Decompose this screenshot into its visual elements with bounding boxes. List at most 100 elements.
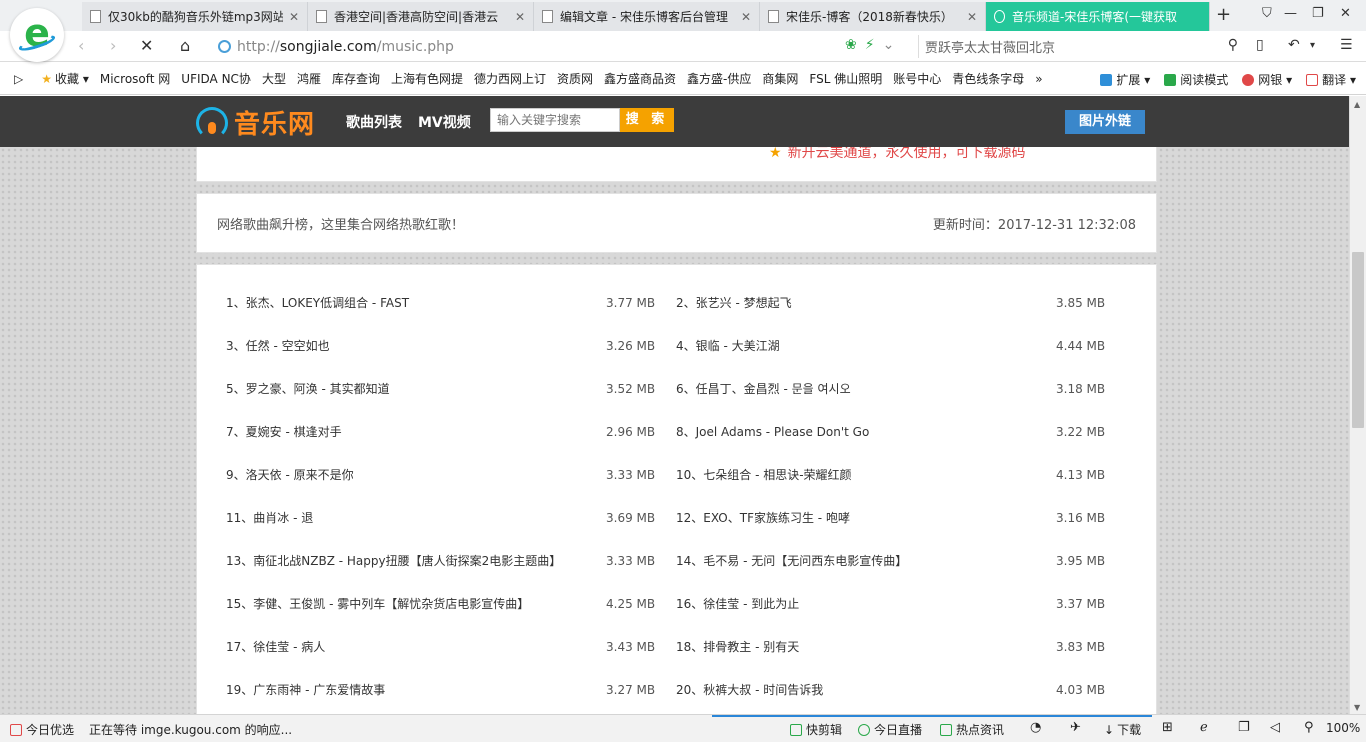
nav-song-list[interactable]: 歌曲列表: [346, 112, 402, 132]
chevron-down-icon[interactable]: ▾: [1310, 40, 1315, 51]
zoom-icon[interactable]: ⚲: [1304, 720, 1314, 735]
list-item[interactable]: 4、银临 - 大美江湖 4.44 MB: [676, 337, 1126, 354]
bookmark-item[interactable]: 鑫方盛商品资: [604, 70, 676, 87]
reader-mode-button[interactable]: 阅读模式: [1164, 71, 1228, 88]
site-logo[interactable]: 音乐网: [196, 104, 315, 141]
list-item[interactable]: 7、夏婉安 - 棋逢对手 2.96 MB: [226, 423, 676, 440]
sidebar-toggle-icon[interactable]: ▷: [14, 72, 23, 86]
home-icon[interactable]: ⌂: [180, 36, 190, 55]
lightning-icon[interactable]: ⚡: [865, 37, 875, 53]
scrollbar-thumb[interactable]: [1352, 252, 1364, 428]
list-item[interactable]: 8、Joel Adams - Please Don't Go 3.22 MB: [676, 423, 1126, 440]
list-item[interactable]: 14、毛不易 - 无问【无问西东电影宣传曲】 3.95 MB: [676, 552, 1126, 569]
bookmark-item[interactable]: 青色线条字母: [952, 70, 1024, 87]
mute-icon[interactable]: ◁: [1270, 720, 1280, 735]
back-arrow-icon[interactable]: ‹: [78, 36, 84, 55]
browser-tab-1[interactable]: 仅30kb的酷狗音乐外链mp3网站 ✕: [82, 2, 308, 31]
list-item[interactable]: 10、七朵组合 - 相思诀-荣耀红颜 4.13 MB: [676, 466, 1126, 483]
bookmark-favorites[interactable]: ★ 收藏 ▾: [41, 70, 89, 87]
translate-button[interactable]: 翻译 ▾: [1306, 71, 1356, 88]
ie-icon[interactable]: ℯ: [1200, 720, 1208, 735]
bookmark-more-button[interactable]: »: [1035, 72, 1042, 86]
stop-loading-icon[interactable]: ✕: [140, 36, 153, 55]
list-item[interactable]: 13、南征北战NZBZ - Happy扭腰【唐人街探案2电影主题曲】 3.33 M…: [226, 552, 676, 569]
list-item[interactable]: 15、李健、王俊凯 - 雾中列车【解忧杂货店电影宣传曲】 4.25 MB: [226, 595, 676, 612]
scroll-down-icon[interactable]: ▼: [1354, 703, 1360, 712]
search-input[interactable]: 贾跃亭太太甘薇回北京 ⚲: [918, 35, 1248, 58]
bookmark-item[interactable]: 大型: [262, 70, 286, 87]
notice-link[interactable]: ★ 新开云美通道，永久使用，可下载源码: [769, 147, 1026, 162]
bookmark-tools: 扩展 ▾ 阅读模式 网银 ▾ 翻译 ▾: [1100, 71, 1356, 88]
image-link-button[interactable]: 图片外链: [1065, 110, 1145, 134]
bookmark-item[interactable]: UFIDA NC协: [181, 70, 251, 87]
menu-icon[interactable]: ☰: [1340, 37, 1353, 53]
extensions-button[interactable]: 扩展 ▾: [1100, 71, 1150, 88]
site-search-button[interactable]: 搜 索: [620, 108, 674, 132]
list-item[interactable]: 17、徐佳莹 - 病人 3.43 MB: [226, 638, 676, 655]
hot-news-button[interactable]: 热点资讯: [940, 721, 1004, 738]
close-window-icon[interactable]: ✕: [1340, 6, 1351, 21]
list-item[interactable]: 1、张杰、LOKEY低调组合 - FAST 3.77 MB: [226, 294, 676, 311]
skin-shirt-icon[interactable]: ⛉: [1262, 6, 1272, 21]
list-item[interactable]: 3、任然 - 空空如也 3.26 MB: [226, 337, 676, 354]
close-icon[interactable]: ✕: [515, 10, 525, 24]
zoom-level[interactable]: 100%: [1326, 721, 1360, 735]
window-icon[interactable]: ❐: [1238, 720, 1250, 735]
search-icon[interactable]: ⚲: [1228, 37, 1238, 53]
close-icon[interactable]: ✕: [741, 10, 751, 24]
bookmark-item[interactable]: 德力西网上订: [474, 70, 546, 87]
browser-tab-5-active[interactable]: 音乐频道-宋佳乐博客(一键获取: [986, 2, 1210, 31]
close-icon[interactable]: ✕: [289, 10, 299, 24]
list-item[interactable]: 11、曲肖冰 - 退 3.69 MB: [226, 509, 676, 526]
bookmark-item[interactable]: 鑫方盛-供应: [687, 70, 751, 87]
bookmarks-bar: ▷ ★ 收藏 ▾ Microsoft 网 UFIDA NC协 大型 鸿雁 库存查询…: [0, 63, 1366, 95]
browser-tab-4[interactable]: 宋佳乐-博客（2018新春快乐） ✕: [760, 2, 986, 31]
speed-icon[interactable]: ◔: [1030, 720, 1041, 735]
browser-tab-2[interactable]: 香港空间|香港高防空间|香港云 ✕: [308, 2, 534, 31]
bookmark-item[interactable]: 资质网: [557, 70, 593, 87]
minimize-icon[interactable]: —: [1284, 6, 1297, 21]
page-load-progress: [712, 715, 1152, 717]
toolbox-icon[interactable]: ⊞: [1162, 720, 1173, 735]
today-pick-button[interactable]: 今日优选: [10, 721, 74, 738]
site-search-input[interactable]: [490, 108, 620, 132]
table-row: 11、曲肖冰 - 退 3.69 MB 12、EXO、TF家族练习生 - 咆哮 3.1…: [226, 496, 1156, 539]
list-item[interactable]: 9、洛天依 - 原来不是你 3.33 MB: [226, 466, 676, 483]
update-time: 更新时间：2017-12-31 12:32:08: [932, 217, 1136, 233]
bookmark-item[interactable]: 商集网: [762, 70, 798, 87]
bookmark-item[interactable]: 鸿雁: [297, 70, 321, 87]
list-item[interactable]: 20、秋裤大叔 - 时间告诉我 4.03 MB: [676, 681, 1126, 698]
list-item[interactable]: 2、张艺兴 - 梦想起飞 3.85 MB: [676, 294, 1126, 311]
quick-clip-button[interactable]: 快剪辑: [790, 721, 842, 738]
bookmark-item[interactable]: 库存查询: [332, 70, 380, 87]
bookmark-item[interactable]: FSL 佛山照明: [809, 70, 882, 87]
browser-tab-3[interactable]: 编辑文章 - 宋佳乐博客后台管理 ✕: [534, 2, 760, 31]
list-item[interactable]: 16、徐佳莹 - 到此为止 3.37 MB: [676, 595, 1126, 612]
online-bank-button[interactable]: 网银 ▾: [1242, 71, 1292, 88]
page-scrollbar[interactable]: ▲ ▼: [1349, 96, 1366, 714]
download-button[interactable]: ↓ 下载: [1104, 721, 1141, 738]
bookmark-item[interactable]: 上海有色网提: [391, 70, 463, 87]
forward-arrow-icon[interactable]: ›: [110, 36, 116, 55]
undo-icon[interactable]: ↶: [1288, 37, 1300, 53]
refresh-green-icon[interactable]: ❀: [845, 37, 857, 53]
bookmark-item[interactable]: 账号中心: [893, 70, 941, 87]
list-item[interactable]: 5、罗之豪、阿涣 - 其实都知道 3.52 MB: [226, 380, 676, 397]
list-item[interactable]: 19、广东雨神 - 广东爱情故事 3.27 MB: [226, 681, 676, 698]
pin-icon[interactable]: ✈: [1070, 720, 1081, 735]
url-input[interactable]: http://songjiale.com/music.php: [218, 35, 908, 58]
bookmark-item[interactable]: Microsoft 网: [100, 70, 170, 87]
live-button[interactable]: 今日直播: [858, 721, 922, 738]
scroll-up-icon[interactable]: ▲: [1354, 100, 1360, 109]
mobile-icon[interactable]: ▯: [1256, 37, 1264, 53]
table-row: 19、广东雨神 - 广东爱情故事 3.27 MB 20、秋裤大叔 - 时间告诉我 4…: [226, 668, 1156, 711]
list-item[interactable]: 6、任昌丁、金昌烈 - 문을 여시오 3.18 MB: [676, 380, 1126, 397]
new-tab-plus-icon[interactable]: +: [1216, 4, 1231, 25]
browser-logo-icon[interactable]: e: [10, 8, 64, 62]
list-item[interactable]: 12、EXO、TF家族练习生 - 咆哮 3.16 MB: [676, 509, 1126, 526]
close-icon[interactable]: ✕: [967, 10, 977, 24]
chevron-down-icon[interactable]: ⌄: [883, 37, 895, 53]
list-item[interactable]: 18、排骨教主 - 别有天 3.83 MB: [676, 638, 1126, 655]
restore-window-icon[interactable]: ❐: [1312, 6, 1324, 21]
nav-mv-video[interactable]: MV视频: [418, 112, 471, 132]
